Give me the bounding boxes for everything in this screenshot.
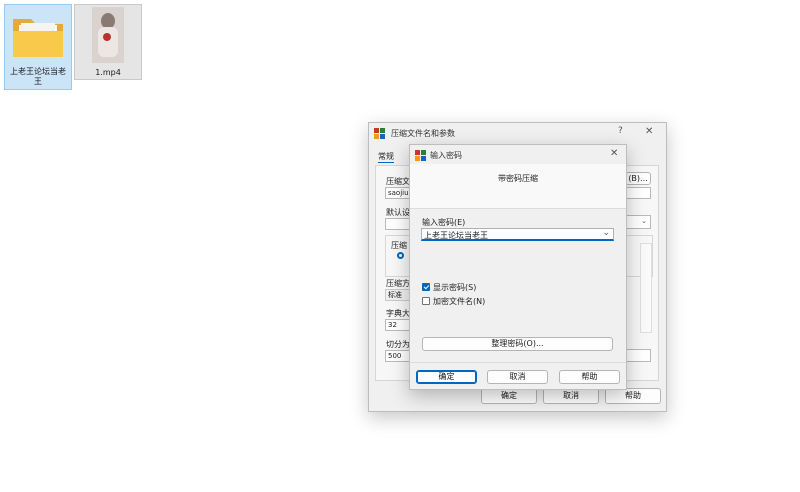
desktop-item-folder[interactable]: 上老王论坛当老王 — [4, 4, 72, 90]
format-radio[interactable] — [397, 252, 404, 259]
show-password-label: 显示密码(S) — [433, 283, 477, 292]
chevron-down-icon[interactable]: ⌄ — [625, 215, 651, 229]
help-button[interactable]: 帮助 — [605, 388, 661, 404]
enter-password-label: 输入密码(E) — [422, 218, 466, 227]
options-list[interactable] — [640, 243, 652, 333]
ok-button[interactable]: 确定 — [416, 370, 477, 384]
winrar-icon — [415, 150, 426, 161]
password-value: 上老王论坛当老王 — [424, 231, 488, 240]
cancel-button[interactable]: 取消 — [487, 370, 548, 384]
help-button[interactable]: 帮助 — [559, 370, 620, 384]
help-icon[interactable]: ? — [618, 126, 623, 136]
show-password-checkbox[interactable] — [422, 283, 430, 291]
dialog-title: 压缩文件名和参数 — [391, 129, 455, 138]
chevron-down-icon[interactable]: ⌄ — [602, 228, 610, 238]
dictionary-label: 字典大 — [386, 309, 410, 318]
winrar-icon — [374, 128, 385, 139]
close-icon[interactable]: ✕ — [610, 148, 618, 159]
divider — [410, 362, 626, 363]
video-thumbnail-icon — [92, 7, 124, 63]
cancel-button[interactable]: 取消 — [543, 388, 599, 404]
default-profile-label: 默认设 — [386, 208, 410, 217]
encrypt-names-checkbox[interactable] — [422, 297, 430, 305]
method-label: 压缩方 — [386, 279, 410, 288]
archive-name-input-tail[interactable] — [625, 187, 651, 199]
dialog-heading: 带密码压缩 — [498, 174, 538, 183]
password-dialog: 输入密码 ✕ 带密码压缩 输入密码(E) 上老王论坛当老王 ⌄ 显示密码(S) … — [409, 144, 627, 390]
organize-passwords-button[interactable]: 整理密码(O)... — [422, 337, 613, 351]
desktop-item-video[interactable]: 1.mp4 — [74, 4, 142, 80]
desktop-item-label: 上老王论坛当老王 — [10, 67, 66, 86]
split-label: 切分为 — [386, 340, 410, 349]
close-icon[interactable]: ✕ — [645, 126, 653, 137]
desktop-item-label: 1.mp4 — [95, 68, 121, 77]
dialog-title: 输入密码 — [430, 151, 462, 160]
ok-button[interactable]: 确定 — [481, 388, 537, 404]
archive-name-label: 压缩文 — [386, 177, 410, 186]
encrypt-names-label: 加密文件名(N) — [433, 297, 486, 306]
format-label: 压缩 — [391, 241, 407, 250]
tab-general[interactable]: 常规 — [378, 151, 394, 163]
folder-icon — [13, 19, 63, 57]
header-band — [410, 164, 626, 208]
password-input[interactable]: 上老王论坛当老王 ⌄ — [421, 228, 614, 241]
divider — [410, 208, 626, 209]
browse-button[interactable]: (B)... — [625, 172, 651, 185]
split-input-tail[interactable] — [625, 349, 651, 362]
